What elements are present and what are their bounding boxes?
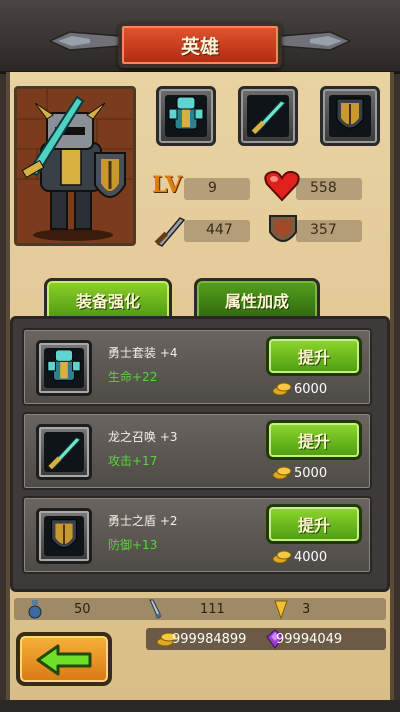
- dagger-icon: [149, 599, 162, 619]
- sword-icon: [251, 100, 286, 135]
- item-name: 龙之召唤 +3: [108, 430, 178, 444]
- tab-label: 装备强化: [75, 291, 140, 311]
- defense-shield-icon: [269, 215, 297, 242]
- gold-amount: 999984899: [172, 632, 247, 647]
- level-value: 9: [208, 180, 217, 196]
- gold-coin-icon: [272, 550, 292, 564]
- equip-slot-sword[interactable]: [238, 86, 298, 146]
- sword-icon: [48, 437, 81, 470]
- item-slot: [36, 340, 92, 396]
- upgrade-cost: 6000: [294, 382, 328, 397]
- tab-attribute-bonus[interactable]: 属性加成: [194, 278, 320, 318]
- list-item: 龙之召唤 +3 攻击+17 提升 5000: [22, 412, 372, 490]
- item-name: 勇士之盾 +2: [108, 514, 178, 528]
- list-item: 勇士套装 +4 生命+22 提升 6000: [22, 328, 372, 406]
- upgrade-button[interactable]: 提升: [266, 336, 362, 376]
- upgrade-button[interactable]: 提升: [266, 420, 362, 460]
- back-button[interactable]: [16, 632, 112, 686]
- page-title: 英雄: [180, 35, 219, 58]
- hp-value: 558: [310, 180, 337, 196]
- title-plate: 英雄: [118, 22, 282, 68]
- gold-coin-icon: [272, 466, 292, 480]
- crystal-icon: [274, 600, 288, 620]
- attack-value: 447: [206, 222, 233, 238]
- sword-stone-count: 111: [200, 602, 225, 617]
- level-label: LV: [152, 172, 182, 198]
- upgrade-cost: 4000: [294, 550, 328, 565]
- equip-slot-shield[interactable]: [320, 86, 380, 146]
- bottom-bar: [0, 700, 400, 712]
- item-bonus: 防御+13: [108, 538, 158, 552]
- tab-equipment-upgrade[interactable]: 装备强化: [44, 278, 172, 318]
- item-bonus: 生命+22: [108, 370, 158, 384]
- equip-slot-armor[interactable]: [156, 86, 216, 146]
- shield-icon: [51, 519, 77, 548]
- tab-label: 属性加成: [224, 291, 289, 311]
- right-ornament-icon: [280, 31, 350, 51]
- armor-icon: [168, 96, 204, 130]
- hero-portrait: [14, 86, 136, 246]
- list-item: 勇士之盾 +2 防御+13 提升 4000: [22, 496, 372, 574]
- level-bar: [184, 178, 250, 200]
- heart-icon: [264, 170, 300, 202]
- armor-icon: [47, 349, 81, 381]
- gold-coin-icon: [272, 382, 292, 396]
- item-name: 勇士套装 +4: [108, 346, 178, 360]
- crystal-count: 3: [302, 602, 311, 617]
- item-slot: [36, 424, 92, 480]
- potion-icon: [28, 600, 42, 619]
- upgrade-button[interactable]: 提升: [266, 504, 362, 544]
- left-ornament-icon: [50, 31, 120, 51]
- potion-count: 50: [74, 602, 91, 617]
- item-bonus: 攻击+17: [108, 454, 158, 468]
- gem-amount: 99994049: [276, 632, 343, 647]
- left-arrow-icon: [36, 644, 92, 676]
- knight-icon: [17, 89, 133, 243]
- item-slot: [36, 508, 92, 564]
- shield-icon: [336, 98, 364, 129]
- attack-sword-icon: [154, 217, 186, 247]
- upgrade-cost: 5000: [294, 466, 328, 481]
- top-bar: 英雄: [0, 0, 400, 74]
- defense-value: 357: [310, 222, 337, 238]
